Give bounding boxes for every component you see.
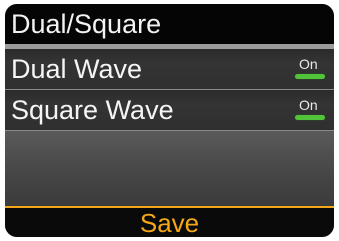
menu-item-label: Square Wave: [11, 95, 174, 125]
empty-list-area: [5, 131, 334, 206]
page-title: Dual/Square: [11, 9, 162, 39]
toggle-on-indicator: [295, 74, 325, 79]
save-button[interactable]: Save: [5, 206, 334, 237]
square-wave-toggle[interactable]: On: [295, 98, 329, 124]
dual-wave-toggle[interactable]: On: [295, 57, 329, 83]
toggle-state-label: On: [299, 56, 318, 72]
screen-header: Dual/Square: [5, 4, 334, 44]
save-button-label: Save: [139, 208, 200, 237]
device-screen: Dual/Square Dual Wave On Square Wave On …: [5, 4, 334, 237]
toggle-on-indicator: [295, 115, 325, 120]
toggle-state-label: On: [299, 97, 318, 113]
menu-item-label: Dual Wave: [11, 54, 143, 84]
menu-item-dual-wave[interactable]: Dual Wave On: [5, 49, 334, 89]
menu-item-square-wave[interactable]: Square Wave On: [5, 90, 334, 130]
